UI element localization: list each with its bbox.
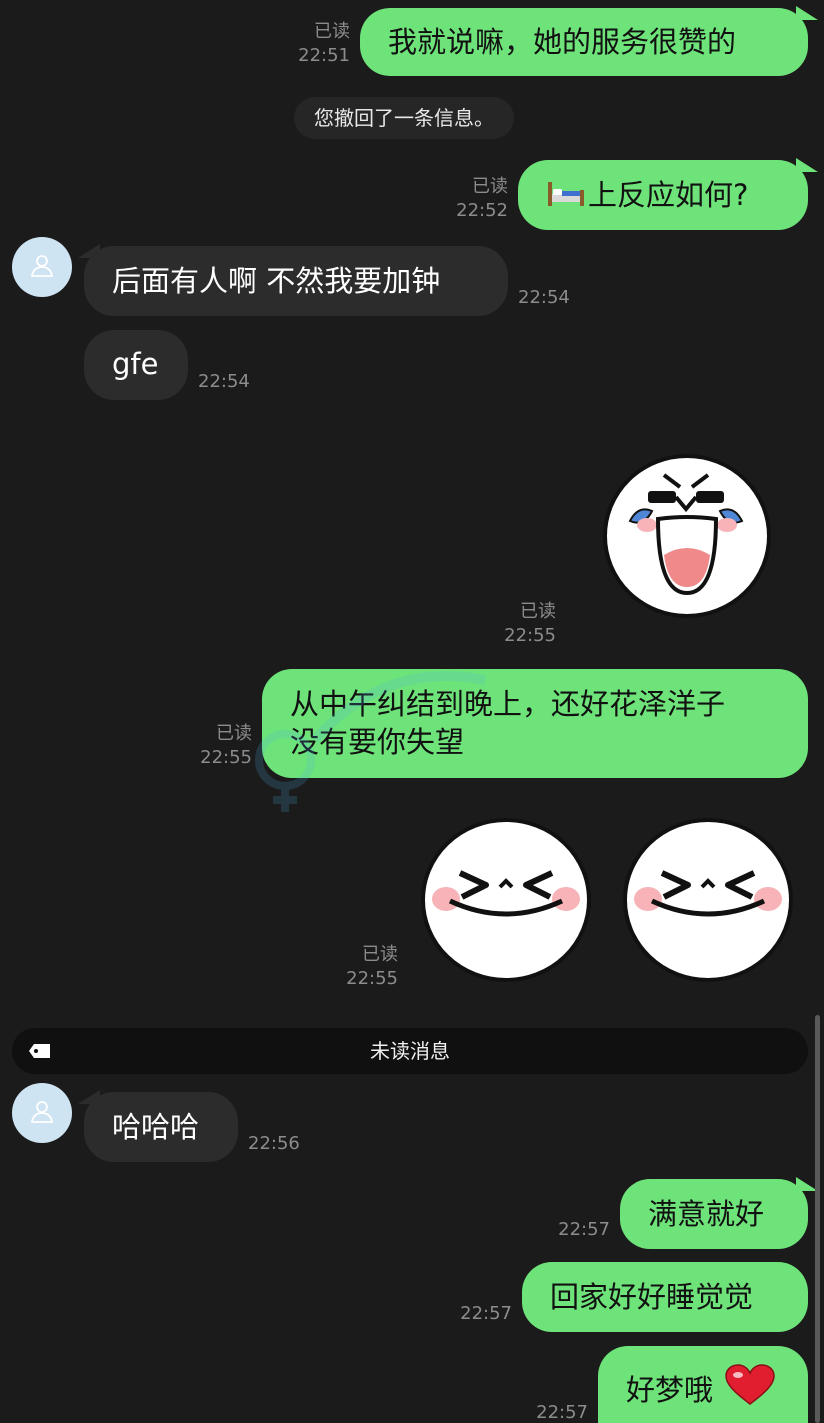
message-text: 满意就好 — [648, 1197, 765, 1231]
message-text-line: 从中午纠结到晚上，还好花泽洋子 — [290, 687, 726, 721]
message-time: 22:56 — [248, 1133, 300, 1154]
message-meta: 已读 22:55 — [320, 943, 398, 991]
user-icon — [29, 1098, 55, 1128]
message-time: 22:57 — [558, 1219, 610, 1240]
read-status: 已读 — [472, 176, 508, 197]
message-time: 22:55 — [346, 968, 398, 989]
message-time: 22:57 — [536, 1402, 588, 1423]
message-text: 后面有人啊 不然我要加钟 — [112, 264, 441, 298]
outgoing-message-bubble[interactable]: 回家好好睡觉觉 — [522, 1262, 808, 1332]
message-text: 我就说嘛，她的服务很赞的 — [388, 25, 737, 59]
message-time: 22:54 — [198, 371, 250, 392]
read-status: 已读 — [216, 723, 252, 744]
contact-avatar[interactable] — [12, 237, 72, 297]
user-icon — [29, 252, 55, 282]
message-text: gfe — [112, 347, 159, 381]
bed-icon — [546, 178, 588, 217]
incoming-message-bubble[interactable]: gfe — [84, 330, 188, 400]
unread-messages-divider[interactable]: 未读消息 — [12, 1028, 808, 1074]
outgoing-message-bubble[interactable]: 我就说嘛，她的服务很赞的 — [360, 8, 808, 76]
message-time: 22:55 — [200, 747, 252, 768]
message-meta: 已读 22:52 — [430, 175, 508, 223]
message-time: 22:52 — [456, 200, 508, 221]
message-time: 22:51 — [298, 45, 350, 66]
message-time: 22:54 — [518, 287, 570, 308]
read-status: 已读 — [314, 21, 350, 42]
squinting-grin-sticker[interactable] — [622, 817, 794, 987]
incoming-message-bubble[interactable]: 后面有人啊 不然我要加钟 — [84, 246, 508, 316]
incoming-message-bubble[interactable]: 哈哈哈 — [84, 1092, 238, 1162]
message-meta: 已读 22:51 — [270, 20, 350, 68]
message-text: 哈哈哈 — [112, 1110, 200, 1144]
bubble-tail — [796, 6, 818, 20]
recall-notice: 您撤回了一条信息。 — [294, 97, 514, 139]
message-text-line: 没有要你失望 — [290, 725, 465, 759]
message-text: 好梦哦 — [626, 1373, 714, 1407]
laughing-crying-sticker[interactable] — [602, 453, 772, 623]
contact-avatar[interactable] — [12, 1083, 72, 1143]
message-text: 回家好好睡觉觉 — [550, 1280, 754, 1314]
outgoing-message-bubble[interactable]: 从中午纠结到晚上，还好花泽洋子 没有要你失望 — [262, 669, 808, 778]
squinting-grin-sticker[interactable] — [420, 817, 592, 987]
read-status: 已读 — [362, 944, 398, 965]
scrollbar[interactable] — [815, 1015, 820, 1423]
message-text: 上反应如何? — [588, 178, 749, 212]
recall-notice-text: 您撤回了一条信息。 — [314, 106, 494, 130]
unread-label: 未读消息 — [370, 1039, 450, 1063]
outgoing-message-bubble[interactable]: 满意就好 — [620, 1179, 808, 1249]
read-status: 已读 — [520, 601, 556, 622]
message-meta: 已读 22:55 — [174, 722, 252, 770]
outgoing-message-bubble[interactable]: 上反应如何? — [518, 160, 808, 230]
outgoing-message-bubble[interactable]: 好梦哦 — [598, 1346, 808, 1423]
message-time: 22:57 — [460, 1303, 512, 1324]
bubble-tail — [796, 158, 818, 172]
heart-icon — [724, 1364, 776, 1415]
message-time: 22:55 — [504, 625, 556, 646]
message-meta: 已读 22:55 — [478, 600, 556, 648]
